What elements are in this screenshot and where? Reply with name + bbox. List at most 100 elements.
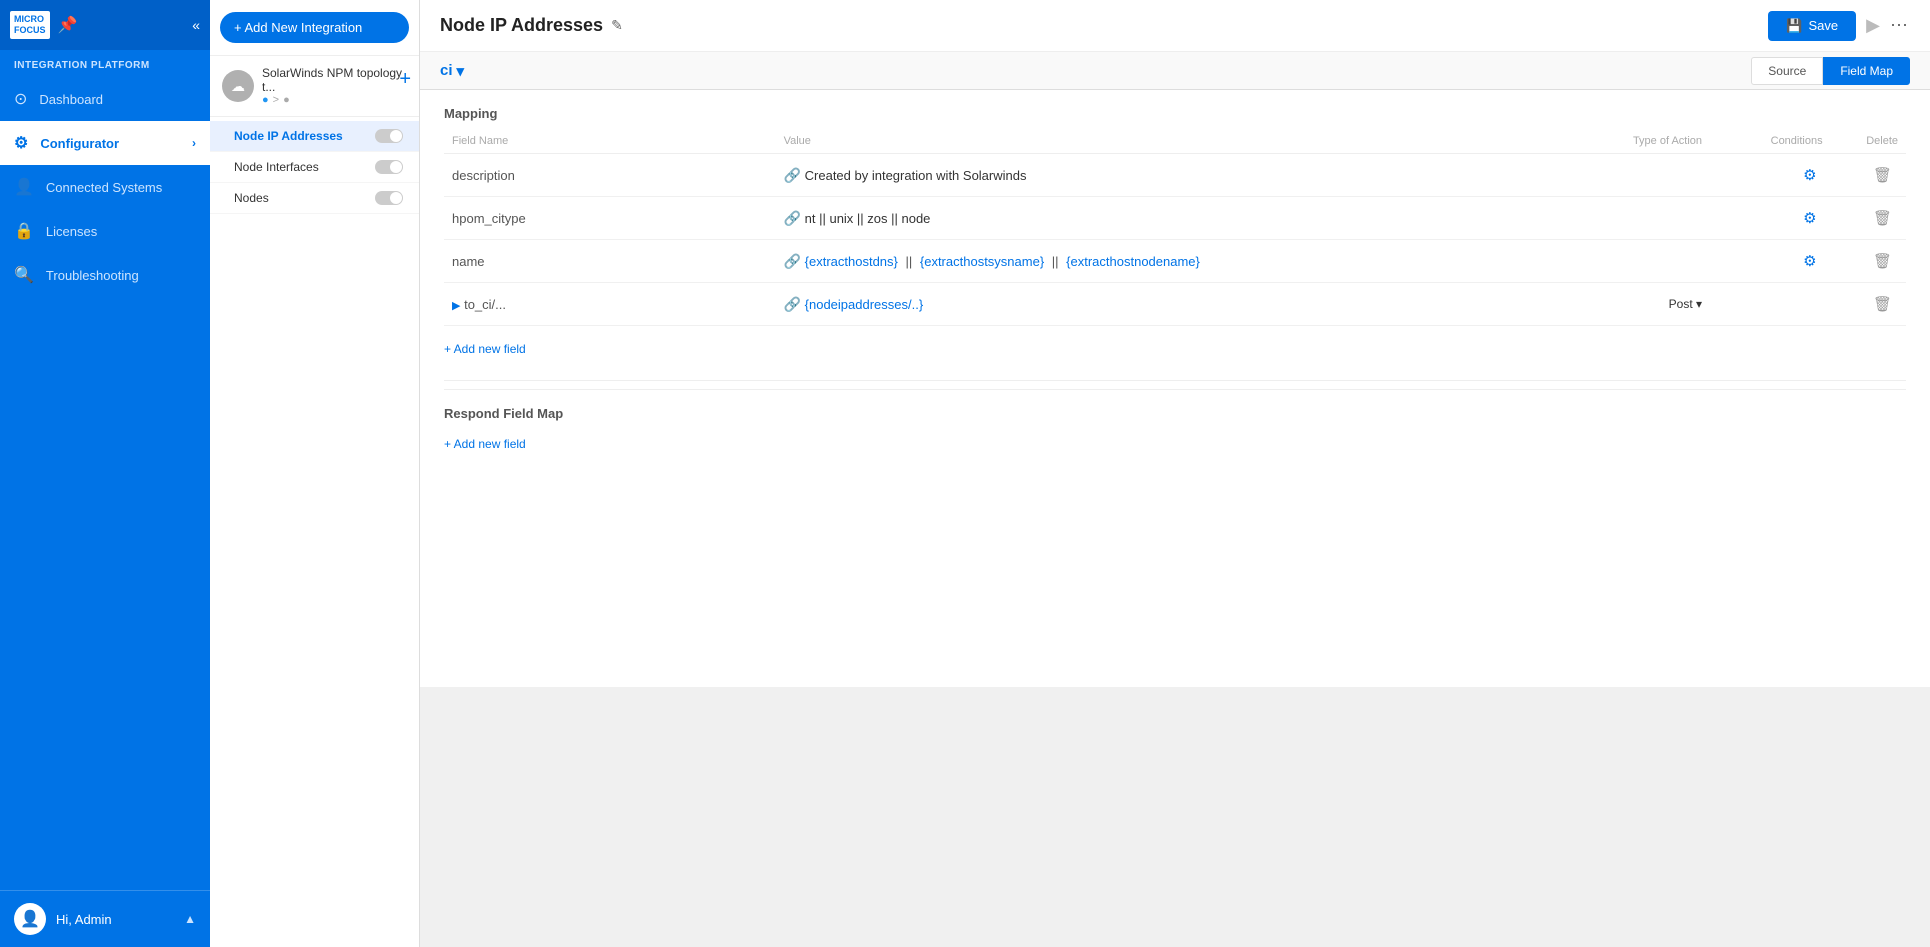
expand-icon[interactable]: ▶ [452, 300, 460, 312]
col-header-value: Value [776, 129, 1530, 154]
chevron-up-icon: ▲ [184, 912, 196, 926]
save-button[interactable]: 💾 Save [1768, 11, 1856, 41]
sidebar: MICROFOCUS 📌 « INTEGRATION PLATFORM ⊙ Da… [0, 0, 210, 947]
conditions-cell-name: ⚙ [1710, 240, 1831, 283]
value-cell-hpom-citype: 🔗 nt || unix || zos || node [776, 197, 1530, 240]
gear-icon-button-description[interactable]: ⚙ [1797, 164, 1822, 186]
sub-item-node-interfaces[interactable]: Node Interfaces [210, 152, 419, 183]
toggle-nodes[interactable] [375, 191, 403, 205]
add-field-link-respond[interactable]: + Add new field [444, 429, 526, 459]
sub-item-node-ip-addresses[interactable]: Node IP Addresses [210, 121, 419, 152]
user-name: Hi, Admin [56, 912, 174, 927]
licenses-icon: 🔒 [14, 221, 34, 241]
gear-icon-button-name[interactable]: ⚙ [1797, 250, 1822, 272]
delete-cell-name: 🗑 [1831, 240, 1906, 283]
link-icon: 🔗 [784, 296, 801, 312]
delete-cell-hpom-citype: 🗑 [1831, 197, 1906, 240]
pin-icon: 📌 [58, 15, 78, 35]
main-content: Node IP Addresses ✎ 💾 Save ▶ ⋯ ci ▾ Sour… [420, 0, 1930, 947]
sub-item-label: Node Interfaces [234, 160, 319, 174]
conditions-cell-to-ci [1710, 283, 1831, 326]
toggle-node-ip-addresses[interactable] [375, 129, 403, 143]
sidebar-header: MICROFOCUS 📌 « [0, 0, 210, 50]
configurator-icon: ⚙ [14, 133, 28, 153]
bottom-gray-area [420, 687, 1930, 947]
gear-icon-button-hpom-citype[interactable]: ⚙ [1797, 207, 1822, 229]
conditions-cell-hpom-citype: ⚙ [1710, 197, 1831, 240]
chevron-right-icon: › [192, 136, 196, 150]
field-name-name: name [444, 240, 776, 283]
field-name-to-ci: ▶ to_ci/... [444, 283, 776, 326]
col-header-type-of-action: Type of Action [1529, 129, 1710, 154]
delete-button-name[interactable]: 🗑 [1867, 250, 1898, 272]
delete-cell-to-ci: 🗑 [1831, 283, 1906, 326]
value-cell-description: 🔗 Created by integration with Solarwinds [776, 154, 1530, 197]
sidebar-item-troubleshooting[interactable]: 🔍 Troubleshooting [0, 253, 210, 297]
connected-systems-icon: 👤 [14, 177, 34, 197]
delete-button-to-ci[interactable]: 🗑 [1867, 293, 1898, 315]
separator-1: || [906, 254, 916, 269]
sub-item-nodes[interactable]: Nodes [210, 183, 419, 214]
separator-2: || [1052, 254, 1062, 269]
sidebar-item-connected-systems[interactable]: 👤 Connected Systems [0, 165, 210, 209]
page-title: Node IP Addresses [440, 15, 603, 36]
delete-button-hpom-citype[interactable]: 🗑 [1867, 207, 1898, 229]
respond-field-map-section: Respond Field Map + Add new field [444, 389, 1906, 459]
respond-section-label: Respond Field Map [444, 406, 1906, 421]
sidebar-nav: ⊙ Dashboard ⚙ Configurator › 👤 Connected… [0, 77, 210, 890]
tab-row: ci ▾ Source Field Map [420, 52, 1930, 90]
field-name-hpom-citype: hpom_citype [444, 197, 776, 240]
sidebar-footer[interactable]: 👤 Hi, Admin ▲ [0, 890, 210, 947]
sub-items-list: Node IP Addresses Node Interfaces Nodes [210, 117, 419, 218]
mapping-section: Mapping Field Name Value Type of Action … [420, 90, 1930, 687]
link-icon: 🔗 [784, 167, 801, 183]
tab-source[interactable]: Source [1751, 57, 1823, 85]
sidebar-item-label: Licenses [46, 224, 97, 239]
delete-button-description[interactable]: 🗑 [1867, 164, 1898, 186]
value-extracthostsysname: {extracthostsysname} [920, 254, 1044, 269]
table-row: ▶ to_ci/... 🔗 {nodeipaddresses/..} Post … [444, 283, 1906, 326]
edit-icon[interactable]: ✎ [611, 17, 623, 34]
mapping-section-label: Mapping [444, 106, 1906, 121]
add-field-link-mapping[interactable]: + Add new field [444, 334, 526, 364]
value-text-hpom-citype: nt || unix || zos || node [805, 211, 931, 226]
action-cell-description [1529, 154, 1710, 197]
col-header-field-name: Field Name [444, 129, 776, 154]
middle-panel: + Add New Integration ☁ SolarWinds NPM t… [210, 0, 420, 947]
sidebar-item-configurator[interactable]: ⚙ Configurator › [0, 121, 210, 165]
table-row: hpom_citype 🔗 nt || unix || zos || node … [444, 197, 1906, 240]
ci-selector[interactable]: ci ▾ [440, 62, 1751, 80]
platform-title: INTEGRATION PLATFORM [0, 50, 210, 77]
header-actions: 💾 Save ▶ ⋯ [1768, 11, 1910, 41]
sidebar-item-dashboard[interactable]: ⊙ Dashboard [0, 77, 210, 121]
table-row: name 🔗 {extracthostdns} || {extracthosts… [444, 240, 1906, 283]
integration-item[interactable]: ☁ SolarWinds NPM topology t... ● > ● + [210, 56, 419, 117]
value-text-description: Created by integration with Solarwinds [805, 168, 1027, 183]
action-cell-hpom-citype [1529, 197, 1710, 240]
chevron-down-icon: ▾ [457, 62, 465, 80]
action-cell-to-ci: Post ▾ [1529, 283, 1710, 326]
action-type-post[interactable]: Post ▾ [1537, 297, 1702, 311]
toggle-node-interfaces[interactable] [375, 160, 403, 174]
sub-item-label: Node IP Addresses [234, 129, 343, 143]
sidebar-item-label: Connected Systems [46, 180, 162, 195]
sidebar-item-label: Configurator [40, 136, 119, 151]
value-cell-name: 🔗 {extracthostdns} || {extracthostsysnam… [776, 240, 1530, 283]
run-button[interactable]: ▶ [1866, 15, 1880, 36]
sidebar-item-label: Troubleshooting [46, 268, 139, 283]
integration-name: SolarWinds NPM topology t... [262, 66, 407, 94]
delete-cell-description: 🗑 [1831, 154, 1906, 197]
to-ci-label: to_ci/... [464, 297, 506, 312]
value-extracthostdns: {extracthostdns} [805, 254, 898, 269]
more-button[interactable]: ⋯ [1890, 15, 1910, 36]
add-integration-button[interactable]: + Add New Integration [220, 12, 409, 43]
value-extracthostnodename: {extracthostnodename} [1066, 254, 1200, 269]
sidebar-item-licenses[interactable]: 🔒 Licenses [0, 209, 210, 253]
page-title-area: Node IP Addresses ✎ [440, 15, 623, 36]
tab-field-map[interactable]: Field Map [1823, 57, 1910, 85]
integration-status-icons: ● > ● [262, 94, 407, 106]
sidebar-item-label: Dashboard [39, 92, 103, 107]
collapse-icon[interactable]: « [192, 17, 200, 33]
add-sub-item-button[interactable]: + [399, 68, 411, 91]
action-cell-name [1529, 240, 1710, 283]
